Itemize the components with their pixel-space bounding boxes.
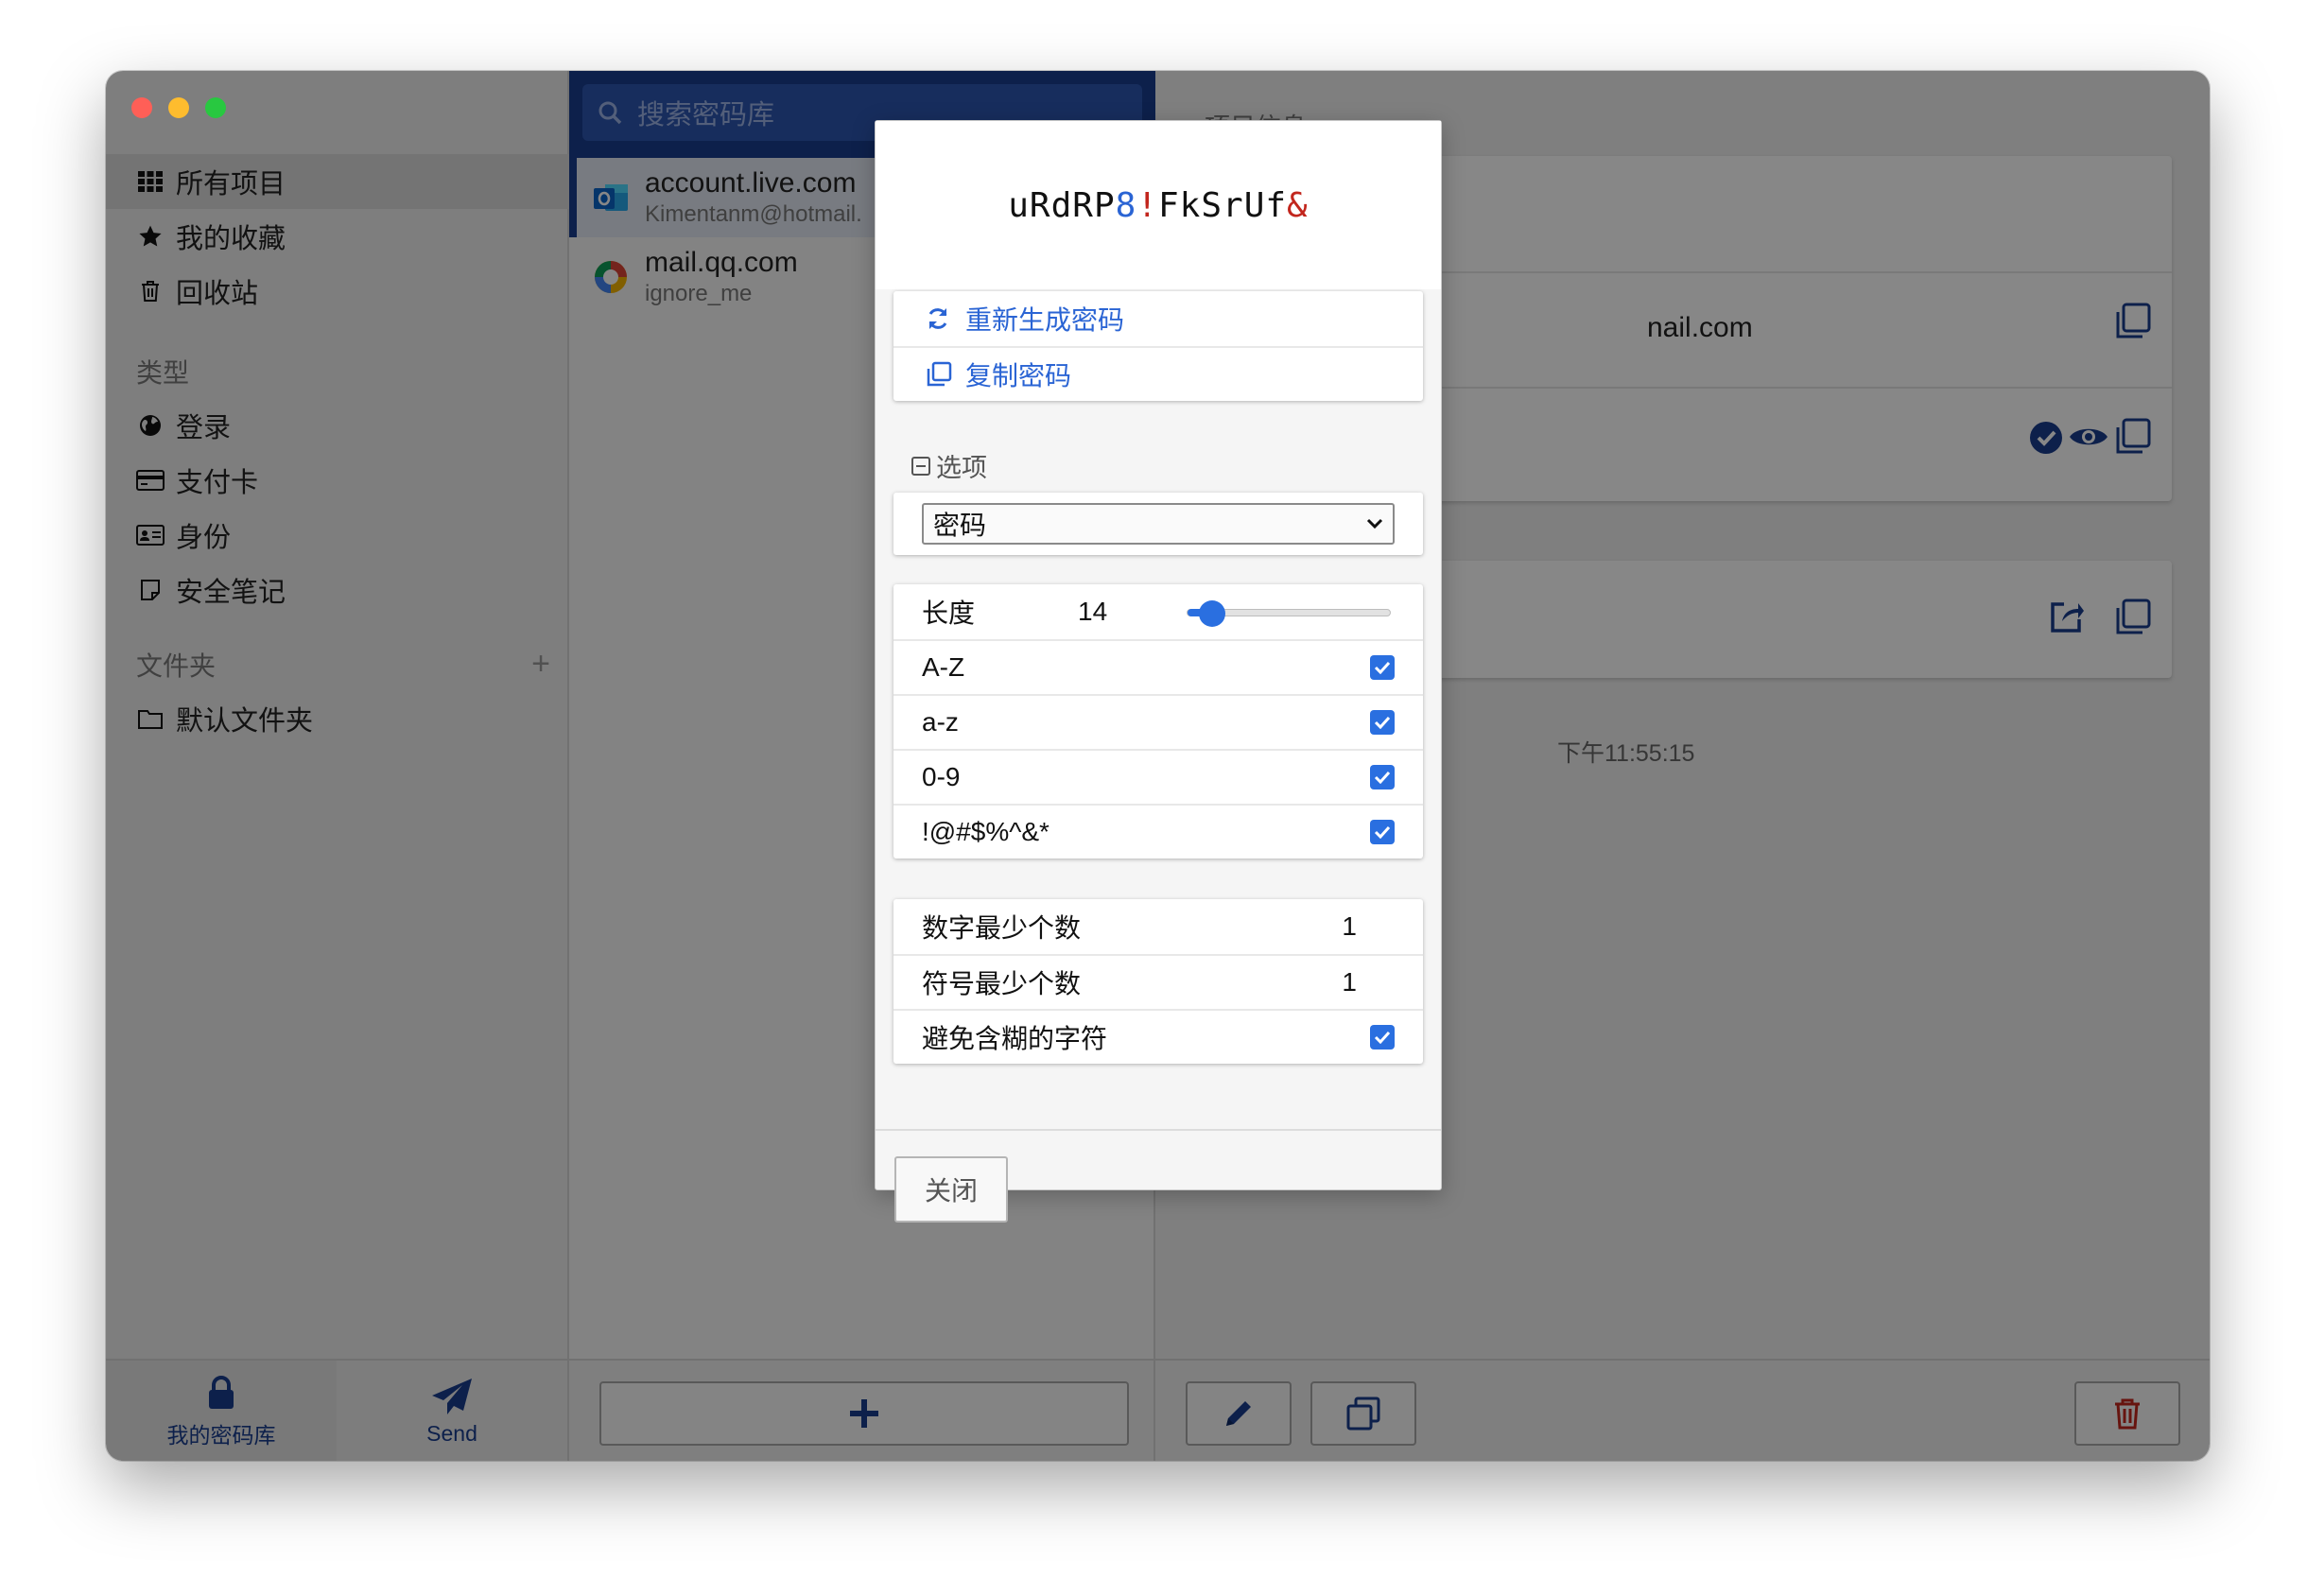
length-slider-thumb[interactable] — [1198, 600, 1225, 627]
regenerate-password-button[interactable]: 重新生成密码 — [893, 291, 1423, 346]
special-row: !@#$%^&* — [893, 804, 1423, 859]
generator-actions: 重新生成密码 复制密码 — [893, 291, 1423, 401]
app-window: 所有项目 我的收藏 回收站 类型 登录 支付卡 身份 安全笔记 文件夹 + 默认… — [106, 71, 2210, 1461]
password-generator-dialog: uRdRP 8! FkSrUf & 重新生成密码 复制密码 选项 密码 长度 1… — [875, 120, 1442, 1223]
options-toggle[interactable]: 选项 — [911, 447, 987, 484]
password-segment: & — [1287, 185, 1309, 225]
collapse-icon — [911, 456, 930, 476]
lowercase-row: a-z — [893, 694, 1423, 749]
password-segment: ! — [1136, 185, 1158, 225]
length-value: 14 — [1078, 597, 1108, 626]
close-button[interactable]: 关闭 — [894, 1156, 1008, 1223]
min-numbers-input[interactable]: 1 — [1342, 911, 1357, 942]
zoom-window-button[interactable] — [205, 97, 226, 118]
avoid-ambiguous-row: 避免含糊的字符 — [893, 1009, 1423, 1064]
close-window-button[interactable] — [131, 97, 152, 118]
length-row: 长度 14 — [893, 584, 1423, 639]
advanced-options-box: 数字最少个数 1 符号最少个数 1 避免含糊的字符 — [893, 899, 1423, 1064]
options-label: 选项 — [936, 454, 987, 482]
uppercase-row: A-Z — [893, 639, 1423, 694]
chevron-down-icon — [1366, 518, 1383, 529]
special-checkbox[interactable] — [1370, 820, 1395, 844]
uppercase-label: A-Z — [922, 652, 965, 682]
min-numbers-row: 数字最少个数 1 — [893, 899, 1423, 954]
regenerate-label: 重新生成密码 — [965, 305, 1125, 335]
password-segment: 8 — [1115, 185, 1137, 225]
refresh-icon — [926, 306, 956, 331]
numbers-label: 0-9 — [922, 762, 961, 791]
avoid-ambiguous-checkbox[interactable] — [1370, 1025, 1395, 1050]
lowercase-checkbox[interactable] — [1370, 710, 1395, 735]
character-options-box: 长度 14 A-Z a-z 0-9 !@#$%^&* — [893, 584, 1423, 859]
copy-password-button[interactable]: 复制密码 — [893, 346, 1423, 401]
min-special-row: 符号最少个数 1 — [893, 954, 1423, 1009]
uppercase-checkbox[interactable] — [1370, 655, 1395, 680]
numbers-row: 0-9 — [893, 749, 1423, 804]
type-select[interactable]: 密码 — [922, 503, 1395, 545]
numbers-checkbox[interactable] — [1370, 765, 1395, 789]
lowercase-label: a-z — [922, 707, 959, 737]
type-select-value: 密码 — [933, 511, 987, 540]
password-segment: FkSrUf — [1158, 185, 1288, 225]
copy-icon — [926, 361, 956, 388]
length-slider[interactable] — [1187, 600, 1391, 627]
min-special-input[interactable]: 1 — [1342, 967, 1357, 998]
min-special-label: 符号最少个数 — [922, 969, 1082, 998]
avoid-ambiguous-label: 避免含糊的字符 — [922, 1024, 1108, 1053]
password-segment: uRdRP — [1008, 185, 1116, 225]
min-numbers-label: 数字最少个数 — [922, 913, 1082, 943]
length-label: 长度 — [922, 598, 976, 628]
minimize-window-button[interactable] — [168, 97, 189, 118]
generated-password: uRdRP 8! FkSrUf & — [876, 121, 1441, 289]
copy-label: 复制密码 — [965, 361, 1072, 390]
generator-type-box: 密码 — [893, 493, 1423, 555]
special-label: !@#$%^&* — [922, 817, 1049, 846]
